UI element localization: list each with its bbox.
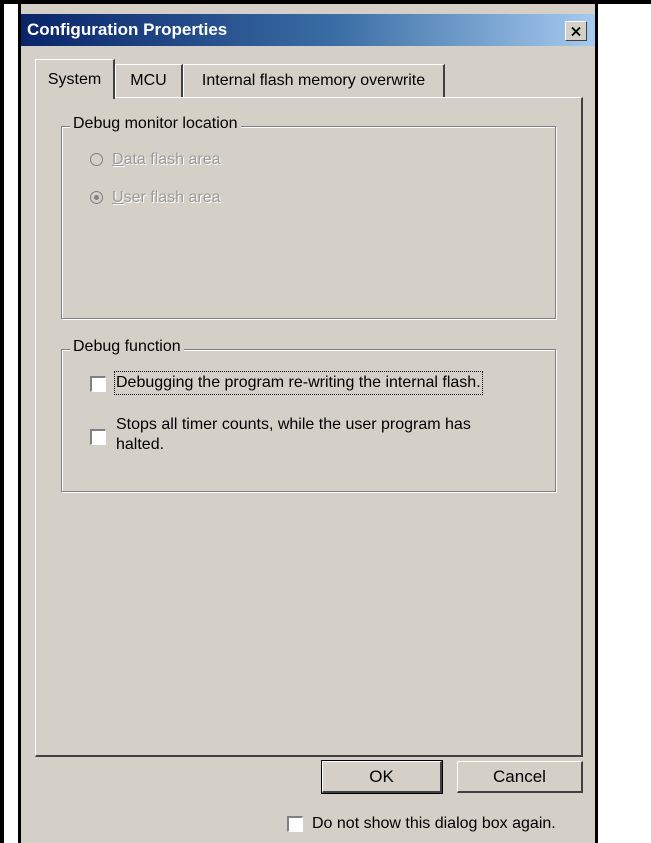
title-bar[interactable]: Configuration Properties bbox=[21, 14, 595, 46]
radio-button-data-flash[interactable] bbox=[90, 153, 103, 166]
checkbox-row-debug-rewriting-flash[interactable]: Debugging the program re-writing the int… bbox=[90, 371, 483, 395]
tab-mcu-label: MCU bbox=[130, 72, 167, 89]
checkbox-stop-timer-counts[interactable] bbox=[90, 429, 106, 445]
tab-panel-system: Debug monitor location Data flash area U… bbox=[35, 97, 583, 757]
radio-user-flash-area[interactable]: User flash area bbox=[90, 189, 221, 207]
configuration-dialog: Configuration Properties System MCU Inte… bbox=[21, 4, 595, 843]
radio-data-flash-text: ata flash area bbox=[123, 151, 221, 168]
dont-show-again-label: Do not show this dialog box again. bbox=[312, 815, 556, 832]
screenshot-frame-right bbox=[595, 4, 598, 843]
tab-internal-flash-memory-overwrite[interactable]: Internal flash memory overwrite bbox=[183, 64, 445, 97]
tab-internal-flash-label: Internal flash memory overwrite bbox=[201, 72, 426, 89]
ok-button-label: OK bbox=[369, 766, 394, 786]
radio-user-flash-text: ser flash area bbox=[123, 189, 221, 206]
checkbox-stop-timer-counts-label: Stops all timer counts, while the user p… bbox=[116, 416, 471, 453]
dialog-title: Configuration Properties bbox=[27, 20, 228, 39]
tab-system[interactable]: System bbox=[35, 59, 115, 99]
checkbox-debug-rewriting-flash[interactable] bbox=[90, 376, 106, 392]
cancel-button-label: Cancel bbox=[493, 766, 546, 786]
tab-mcu[interactable]: MCU bbox=[115, 64, 183, 97]
access-key-d: D bbox=[112, 151, 124, 168]
radio-button-user-flash[interactable] bbox=[90, 191, 103, 204]
close-icon bbox=[571, 26, 581, 36]
debug-function-group: Debug function Debugging the program re-… bbox=[61, 338, 556, 492]
close-button[interactable] bbox=[565, 21, 587, 41]
checkbox-debug-rewriting-flash-label: Debugging the program re-writing the int… bbox=[114, 371, 483, 395]
tab-system-label: System bbox=[47, 70, 102, 88]
debug-function-legend: Debug function bbox=[70, 338, 184, 356]
radio-data-flash-area[interactable]: Data flash area bbox=[90, 151, 221, 169]
dont-show-again-row[interactable]: Do not show this dialog box again. bbox=[287, 815, 556, 833]
ok-button[interactable]: OK bbox=[321, 760, 443, 794]
radio-user-flash-label: User flash area bbox=[112, 189, 221, 207]
checkbox-row-stop-timer-counts[interactable]: Stops all timer counts, while the user p… bbox=[90, 415, 520, 455]
debug-monitor-location-legend: Debug monitor location bbox=[70, 115, 241, 133]
radio-data-flash-label: Data flash area bbox=[112, 151, 221, 169]
checkbox-dont-show-again[interactable] bbox=[287, 816, 303, 832]
debug-monitor-location-group: Debug monitor location Data flash area U… bbox=[61, 115, 556, 319]
cancel-button[interactable]: Cancel bbox=[457, 761, 583, 793]
screenshot-frame-left bbox=[0, 0, 4, 843]
access-key-u: U bbox=[112, 189, 124, 206]
